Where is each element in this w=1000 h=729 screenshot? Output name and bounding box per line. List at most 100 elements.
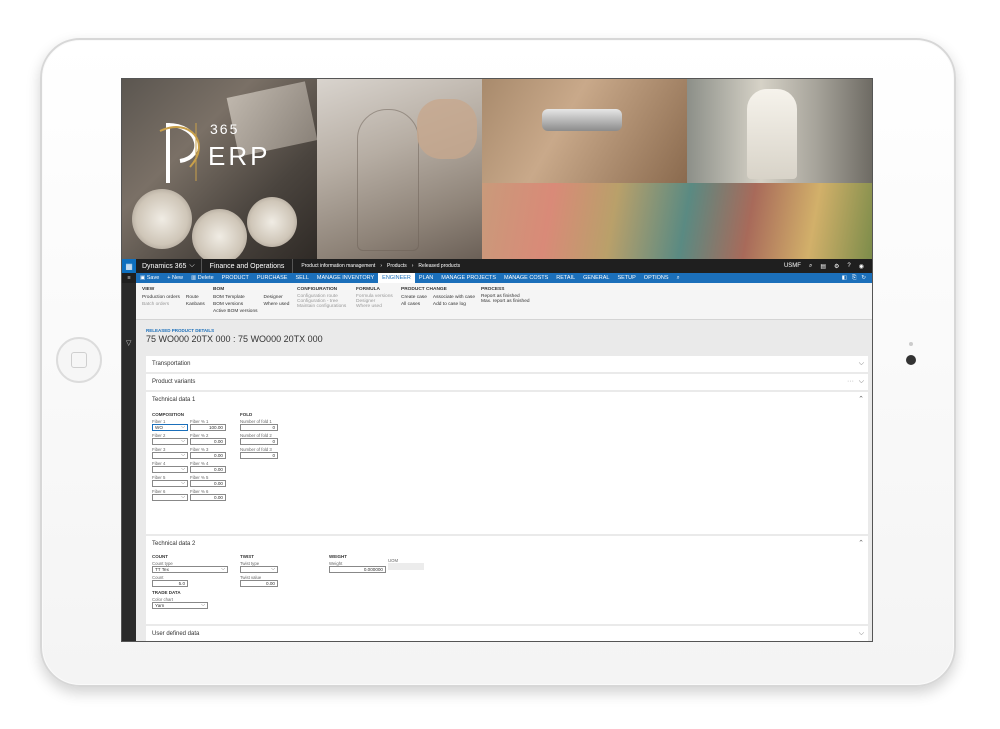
color-chart-select[interactable]: Yarn — [152, 602, 208, 609]
tab-plan[interactable]: PLAN — [415, 273, 437, 283]
chevron-right-icon: › — [380, 263, 382, 269]
create-case-link[interactable]: Create case — [401, 294, 427, 301]
dynamics-brand[interactable]: Dynamics 365 ⌵ — [136, 259, 202, 273]
help-icon[interactable]: ? — [847, 263, 850, 269]
save-button[interactable]: ▣ Save — [136, 273, 163, 283]
fiber-3-select[interactable] — [152, 452, 188, 459]
tab-engineer[interactable]: ENGINEER — [378, 273, 415, 283]
tab-general[interactable]: GENERAL — [579, 273, 613, 283]
count-type-select[interactable]: TT Tex — [152, 566, 228, 573]
tab-manage-projects[interactable]: MANAGE PROJECTS — [437, 273, 500, 283]
tab-manage-inventory[interactable]: MANAGE INVENTORY — [313, 273, 378, 283]
company-picker[interactable]: USMF — [784, 263, 801, 269]
fasttab-product-variants[interactable]: Product variants ··· ⌵ — [146, 374, 868, 390]
all-cases-link[interactable]: All cases — [401, 301, 427, 308]
production-orders-link[interactable]: Production orders — [142, 294, 180, 301]
tab-manage-costs[interactable]: MANAGE COSTS — [500, 273, 552, 283]
chevron-up-icon[interactable]: ⌃ — [858, 392, 864, 408]
fasttab-transportation[interactable]: Transportation ⌵ — [146, 356, 868, 372]
settings-icon[interactable]: ⚙ — [834, 263, 839, 270]
section-title: COMPOSITION — [152, 412, 185, 417]
breadcrumb-item[interactable]: Product information management — [301, 263, 375, 269]
formula-where-used-link[interactable]: Where used — [356, 304, 393, 309]
chevron-down-icon: ⌵ — [189, 262, 195, 269]
fold-section: FOLD Number of fold 10 Number of fold 20… — [240, 412, 278, 461]
tab-retail[interactable]: RETAIL — [552, 273, 579, 283]
tab-options[interactable]: OPTIONS — [640, 273, 673, 283]
fasttab-title[interactable]: Technical data 2 — [152, 541, 195, 547]
twist-type-select[interactable] — [240, 566, 278, 573]
search-icon[interactable]: ⌕ — [673, 273, 684, 283]
group-title: FORMULA — [356, 287, 380, 292]
active-bom-versions-link[interactable]: Active BOM versions — [213, 308, 258, 315]
delete-button[interactable]: ▥ Delete — [187, 273, 218, 283]
fold-2-input[interactable]: 0 — [240, 438, 278, 445]
office-icon[interactable]: ◧ — [842, 275, 847, 282]
breadcrumb-item[interactable]: Released products — [418, 263, 460, 269]
fiber-1-select[interactable]: WO — [152, 424, 188, 431]
group-title: BOM — [213, 287, 225, 292]
fasttab-technical-data-2: Technical data 2 ⌃ COUNT Count type TT Tex… — [146, 536, 868, 624]
save-icon: ▣ — [140, 275, 147, 281]
bom-versions-link[interactable]: BOM versions — [213, 301, 258, 308]
more-icon[interactable]: ··· — [847, 374, 854, 390]
banner-photo-dress — [687, 79, 872, 183]
max-report-as-finished-link[interactable]: Max. report as finished — [481, 299, 530, 304]
count-input[interactable]: 5.0 — [152, 580, 188, 587]
filter-icon[interactable]: ▽ — [126, 339, 131, 347]
associate-with-case-link[interactable]: Associate with case — [433, 294, 475, 301]
fasttab-title: User defined data — [152, 631, 200, 637]
twist-section: TWIST Twist type Twist value0.00 — [240, 554, 278, 589]
where-used-link[interactable]: Where used — [264, 301, 290, 308]
tab-purchase[interactable]: PURCHASE — [253, 273, 292, 283]
message-icon[interactable]: ▤ — [820, 263, 826, 270]
designer-link[interactable]: Designer — [264, 294, 290, 301]
hamburger-menu-icon[interactable]: ≡ — [122, 273, 136, 283]
banner-photo-sewing — [482, 79, 687, 183]
fold-1-input[interactable]: 0 — [240, 424, 278, 431]
attach-icon[interactable]: ⎘ — [852, 275, 856, 282]
home-button[interactable] — [56, 337, 102, 383]
chevron-up-icon[interactable]: ⌃ — [858, 536, 864, 552]
fold-3-input[interactable]: 0 — [240, 452, 278, 459]
app-launcher-icon[interactable]: ▦ — [122, 259, 136, 273]
add-to-case-log-link[interactable]: Add to case log — [433, 301, 475, 308]
fiber-pct-3-input[interactable]: 0.00 — [190, 452, 226, 459]
logo-erp: ERP — [208, 141, 271, 171]
new-button[interactable]: + New — [163, 273, 187, 283]
fiber-6-select[interactable] — [152, 494, 188, 501]
bom-template-link[interactable]: BOM Template — [213, 294, 258, 301]
fiber-pct-1-input[interactable]: 100.00 — [190, 424, 226, 431]
page-caption: RELEASED PRODUCT DETAILS — [146, 328, 215, 333]
refresh-icon[interactable]: ↻ — [861, 275, 866, 282]
tab-sell[interactable]: SELL — [291, 273, 312, 283]
delete-icon: ▥ — [191, 275, 198, 281]
fiber-pct-5-input[interactable]: 0.00 — [190, 480, 226, 487]
app-name: Finance and Operations — [202, 259, 294, 273]
fiber-pct-6-input[interactable]: 0.00 — [190, 494, 226, 501]
fiber-pct-2-input[interactable]: 0.00 — [190, 438, 226, 445]
route-link[interactable]: Route — [186, 294, 205, 301]
tab-product[interactable]: PRODUCT — [218, 273, 253, 283]
weight-section: WEIGHT Weight 0.000000 UOM — [329, 554, 429, 575]
chevron-down-icon: ⌵ — [858, 360, 864, 367]
tab-setup[interactable]: SETUP — [613, 273, 639, 283]
fasttab-user-defined-data[interactable]: User defined data ⌵ — [146, 626, 868, 641]
fiber-4-select[interactable] — [152, 466, 188, 473]
group-configuration: CONFIGURATION Configuration route Config… — [297, 287, 346, 309]
fiber-5-select[interactable] — [152, 480, 188, 487]
user-avatar-icon[interactable]: ◉ — [859, 263, 864, 270]
batch-orders-link[interactable]: Batch orders — [142, 301, 180, 308]
main-content: RELEASED PRODUCT DETAILS 75 WO000 20TX 0… — [136, 320, 872, 641]
group-title: PRODUCT CHANGE — [401, 287, 447, 292]
twist-value-input[interactable]: 0.00 — [240, 580, 278, 587]
kanbans-link[interactable]: Kanbans — [186, 301, 205, 308]
section-title: FOLD — [240, 412, 253, 417]
fiber-pct-4-input[interactable]: 0.00 — [190, 466, 226, 473]
search-icon[interactable]: ⌕ — [809, 263, 812, 270]
weight-input[interactable]: 0.000000 — [329, 566, 386, 573]
fiber-2-select[interactable] — [152, 438, 188, 445]
breadcrumb-item[interactable]: Products — [387, 263, 407, 269]
fasttab-title[interactable]: Technical data 1 — [152, 397, 195, 403]
maintain-configurations-link[interactable]: Maintain configurations — [297, 304, 346, 309]
